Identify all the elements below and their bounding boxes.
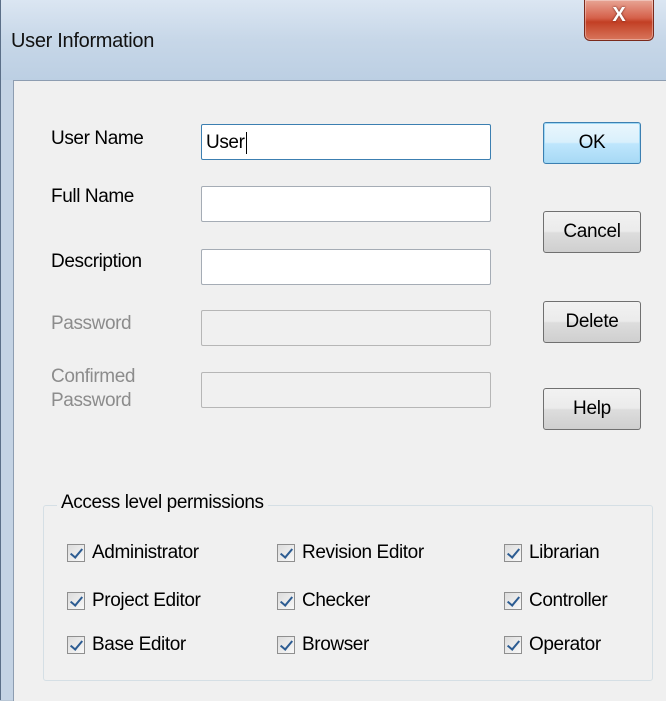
checkbox-label: Librarian — [529, 542, 600, 563]
checkbox-label: Project Editor — [92, 590, 201, 611]
checkmark-icon[interactable] — [67, 544, 85, 562]
checkbox-label: Browser — [302, 634, 369, 655]
checkbox-label: Controller — [529, 590, 608, 611]
checkmark-icon[interactable] — [277, 636, 295, 654]
help-button[interactable]: Help — [543, 388, 641, 430]
checkbox-label: Administrator — [92, 542, 199, 563]
checkbox-administrator[interactable]: Administrator — [67, 540, 199, 566]
checkbox-checker[interactable]: Checker — [277, 588, 370, 614]
checkmark-icon[interactable] — [67, 592, 85, 610]
checkbox-project-editor[interactable]: Project Editor — [67, 588, 201, 614]
user-name-label: User Name — [51, 128, 144, 149]
checkmark-icon[interactable] — [504, 636, 522, 654]
checkmark-icon[interactable] — [504, 592, 522, 610]
checkbox-operator[interactable]: Operator — [504, 632, 601, 658]
checkbox-label: Base Editor — [92, 634, 186, 655]
text-caret — [245, 131, 247, 154]
ok-button[interactable]: OK — [543, 122, 641, 164]
confirmed-password-label-line2: Password — [51, 390, 132, 411]
confirmed-password-label-line1: Confirmed — [51, 366, 136, 387]
checkmark-icon[interactable] — [504, 544, 522, 562]
dialog-title: User Information — [11, 30, 155, 52]
checkmark-icon[interactable] — [67, 636, 85, 654]
user-name-input[interactable]: User — [201, 124, 491, 160]
checkbox-browser[interactable]: Browser — [277, 632, 369, 658]
checkbox-controller[interactable]: Controller — [504, 588, 608, 614]
checkbox-librarian[interactable]: Librarian — [504, 540, 600, 566]
full-name-label: Full Name — [51, 186, 134, 207]
checkmark-icon[interactable] — [277, 592, 295, 610]
checkbox-base-editor[interactable]: Base Editor — [67, 632, 186, 658]
checkbox-label: Revision Editor — [302, 542, 424, 563]
user-information-dialog: User Information X User Name Full Name D… — [0, 0, 666, 701]
full-name-input[interactable] — [201, 186, 491, 222]
close-icon: X — [612, 4, 626, 26]
checkbox-revision-editor[interactable]: Revision Editor — [277, 540, 424, 566]
delete-button[interactable]: Delete — [543, 301, 641, 343]
description-input[interactable] — [201, 249, 491, 285]
title-bar[interactable]: User Information X — [1, 0, 666, 80]
access-level-permissions-title: Access level permissions — [57, 492, 268, 514]
close-button[interactable]: X — [584, 0, 654, 41]
cancel-button[interactable]: Cancel — [543, 211, 641, 253]
description-label: Description — [51, 251, 142, 272]
password-input[interactable] — [201, 310, 491, 346]
user-name-value: User — [206, 132, 245, 153]
checkmark-icon[interactable] — [277, 544, 295, 562]
checkbox-label: Operator — [529, 634, 601, 655]
confirmed-password-input[interactable] — [201, 372, 491, 408]
checkbox-label: Checker — [302, 590, 370, 611]
password-label: Password — [51, 313, 132, 334]
